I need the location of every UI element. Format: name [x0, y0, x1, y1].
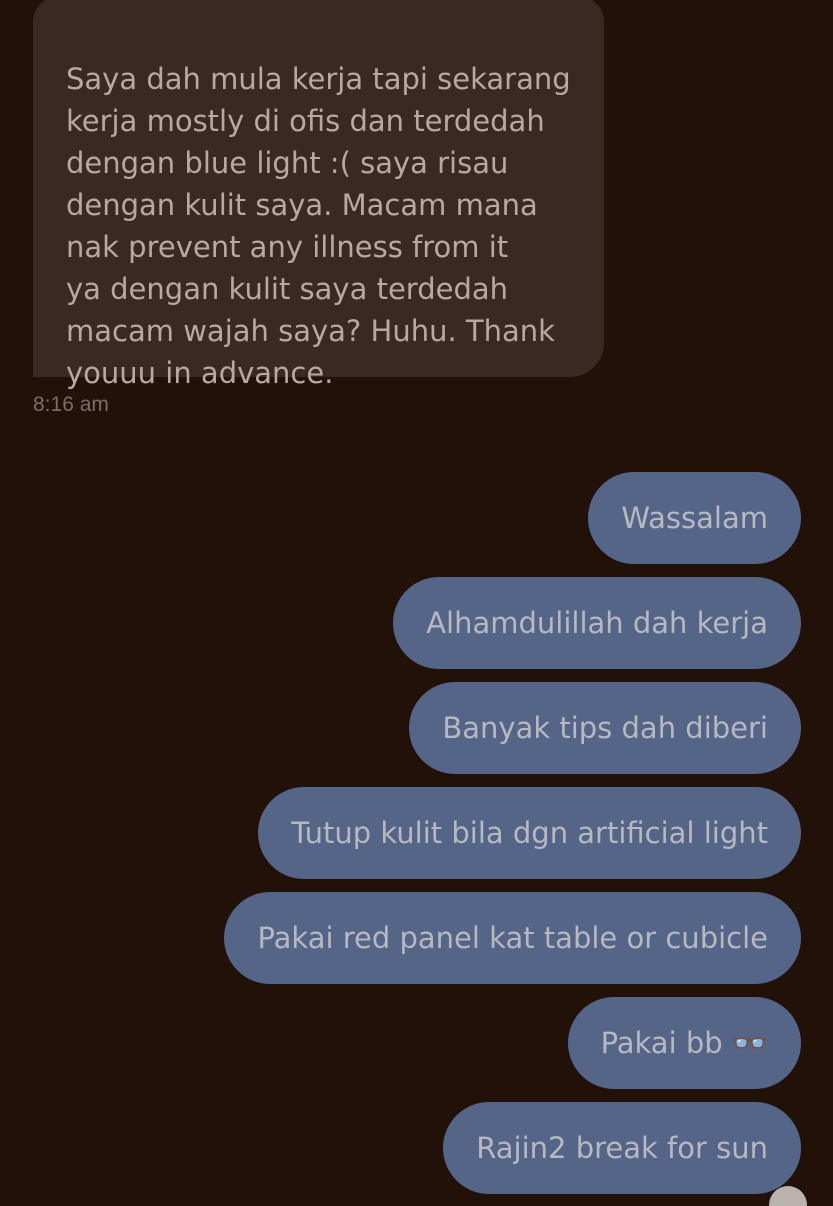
outgoing-message-bubble[interactable]: Banyak tips dah diberi	[409, 682, 801, 774]
outgoing-message-bubble[interactable]: Alhamdulillah dah kerja	[393, 577, 801, 669]
outgoing-message-bubble[interactable]: Tutup kulit bila dgn artificial light	[258, 787, 801, 879]
incoming-message-bubble[interactable]: Saya dah mula kerja tapi sekarang kerja …	[33, 0, 604, 390]
message-thread[interactable]: Saya dah mula kerja tapi sekarang kerja …	[0, 0, 833, 1206]
incoming-message-text: Saya dah mula kerja tapi sekarang kerja …	[66, 62, 571, 390]
outgoing-message-text: Banyak tips dah diberi	[442, 711, 768, 745]
outgoing-message-bubble[interactable]: Pakai bb 👓	[567, 997, 801, 1089]
outgoing-message-bubble[interactable]: Pakai red panel kat table or cubicle	[224, 892, 801, 984]
outgoing-message-text: Wassalam	[621, 501, 768, 535]
outgoing-message-text: Pakai red panel kat table or cubicle	[257, 921, 768, 955]
outgoing-message-text: Alhamdulillah dah kerja	[426, 606, 768, 640]
outgoing-message-bubble[interactable]: Wassalam	[588, 472, 801, 564]
message-timestamp: 8:16 am	[33, 393, 109, 416]
outgoing-message-text: Pakai bb 👓	[600, 1026, 768, 1060]
outgoing-message-text: Tutup kulit bila dgn artificial light	[291, 816, 768, 850]
outgoing-message-text: Rajin2 break for sun	[476, 1131, 768, 1165]
outgoing-message-bubble[interactable]: Rajin2 break for sun	[443, 1102, 801, 1194]
